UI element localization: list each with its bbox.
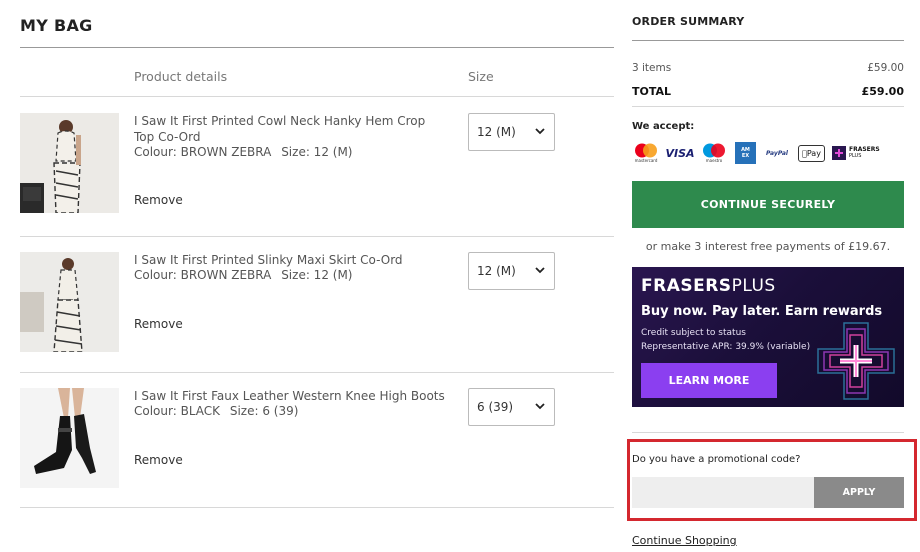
size-select[interactable]: 6 (39) — [468, 388, 555, 426]
chevron-down-icon — [535, 403, 545, 410]
product-name[interactable]: I Saw It First Faux Leather Western Knee… — [134, 388, 449, 404]
header-divider — [20, 96, 614, 97]
size-select[interactable]: 12 (M) — [468, 113, 555, 151]
product-name[interactable]: I Saw It First Printed Cowl Neck Hanky H… — [134, 113, 449, 145]
size-select-value: 12 (M) — [477, 125, 516, 139]
frasers-plus-banner[interactable]: FRASERSPLUS Buy now. Pay later. Earn rew… — [632, 267, 904, 407]
product-name[interactable]: I Saw It First Printed Slinky Maxi Skirt… — [134, 252, 449, 268]
summary-divider — [632, 40, 904, 41]
frasers-plus-icon: FRASERS PLUS — [832, 142, 888, 164]
column-header-size: Size — [468, 69, 494, 84]
visa-icon: VISA — [665, 146, 695, 160]
bag-title-divider — [20, 47, 614, 48]
product-colour: Colour: BLACK — [134, 404, 221, 418]
product-size: Size: 6 (39) — [229, 404, 299, 418]
product-colour: Colour: BROWN ZEBRA — [134, 145, 272, 159]
learn-more-button[interactable]: LEARN MORE — [641, 363, 777, 398]
items-subtotal: £59.00 — [867, 62, 904, 74]
paypal-icon: PayPal — [766, 149, 788, 157]
chevron-down-icon — [535, 128, 545, 135]
order-summary-title: ORDER SUMMARY — [632, 15, 745, 28]
remove-link[interactable]: Remove — [134, 453, 183, 467]
bag-item: I Saw It First Printed Cowl Neck Hanky H… — [20, 113, 614, 223]
size-select[interactable]: 12 (M) — [468, 252, 555, 290]
maestro-icon: maestro — [700, 142, 728, 164]
summary-divider — [632, 432, 904, 433]
frasers-plus-logo: FRASERSPLUS — [641, 276, 776, 296]
summary-divider — [632, 106, 904, 107]
product-size: Size: 12 (M) — [281, 145, 353, 159]
amex-icon: AM EX — [735, 142, 756, 164]
banner-headline: Buy now. Pay later. Earn rewards — [641, 304, 883, 319]
product-meta: Colour: BROWN ZEBRA Size: 12 (M) — [134, 145, 352, 159]
items-count: 3 items — [632, 62, 672, 74]
apply-promo-button[interactable]: APPLY — [814, 477, 904, 508]
banner-apr: Representative APR: 39.9% (variable) — [641, 342, 811, 352]
mastercard-icon: mastercard — [632, 142, 660, 164]
product-image[interactable] — [20, 388, 119, 488]
total-row: TOTAL £59.00 — [632, 85, 904, 98]
remove-link[interactable]: Remove — [134, 193, 183, 207]
product-image[interactable] — [20, 113, 119, 213]
product-meta: Colour: BROWN ZEBRA Size: 12 (M) — [134, 268, 352, 282]
size-select-value: 6 (39) — [477, 400, 514, 414]
product-image[interactable] — [20, 252, 119, 352]
column-header-product: Product details — [134, 69, 228, 84]
item-divider — [20, 236, 614, 237]
apple-pay-icon:  Pay — [798, 145, 825, 162]
total-value: £59.00 — [861, 85, 904, 98]
interest-free-text: or make 3 interest free payments of £19.… — [645, 240, 891, 253]
product-size: Size: 12 (M) — [281, 268, 353, 282]
total-label: TOTAL — [632, 85, 672, 98]
item-divider — [20, 507, 614, 508]
banner-subtext: Credit subject to status — [641, 328, 746, 338]
product-colour: Colour: BROWN ZEBRA — [134, 268, 272, 282]
we-accept-label: We accept: — [632, 121, 695, 132]
items-count-row: 3 items £59.00 — [632, 62, 904, 74]
plus-graphic-icon — [817, 322, 895, 400]
bag-item: I Saw It First Printed Slinky Maxi Skirt… — [20, 252, 614, 362]
promo-code-input[interactable] — [632, 477, 814, 508]
item-divider — [20, 372, 614, 373]
product-meta: Colour: BLACK Size: 6 (39) — [134, 404, 298, 418]
continue-shopping-link[interactable]: Continue Shopping — [632, 534, 737, 547]
bag-item: I Saw It First Faux Leather Western Knee… — [20, 388, 614, 498]
continue-securely-button[interactable]: CONTINUE SECURELY — [632, 181, 904, 228]
chevron-down-icon — [535, 267, 545, 274]
remove-link[interactable]: Remove — [134, 317, 183, 331]
size-select-value: 12 (M) — [477, 264, 516, 278]
bag-title: MY BAG — [20, 16, 93, 35]
promo-code-label: Do you have a promotional code? — [632, 454, 801, 465]
